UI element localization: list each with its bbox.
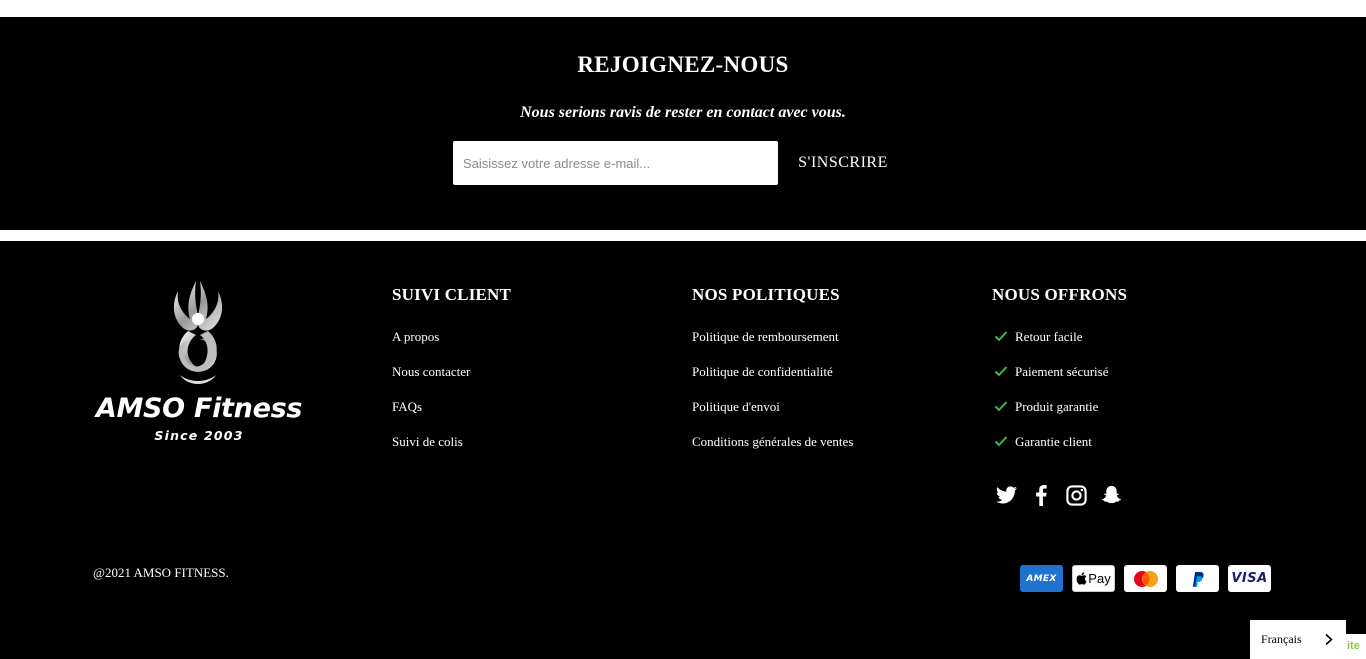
newsletter-subtitle: Nous serions ravis de rester en contact …: [520, 104, 846, 121]
link-conditions-generales[interactable]: Conditions générales de ventes: [692, 434, 853, 449]
feature-list: Retour facile Paiement sécurisé Produit …: [992, 329, 1127, 469]
twitter-icon[interactable]: [995, 484, 1018, 507]
visa-icon: VISA: [1228, 565, 1271, 592]
list-item: A propos: [392, 329, 511, 364]
list-item: Suivi de colis: [392, 434, 511, 469]
logo-brand-name: AMSO Fitness: [95, 393, 303, 424]
list-item: Retour facile: [992, 329, 1127, 364]
feature-label: Retour facile: [1015, 329, 1083, 344]
language-selector[interactable]: Français: [1250, 620, 1346, 659]
facebook-icon[interactable]: [1030, 484, 1053, 507]
link-faqs[interactable]: FAQs: [392, 399, 422, 414]
link-list: Politique de remboursement Politique de …: [692, 329, 853, 469]
apple-pay-label: Pay: [1088, 571, 1111, 586]
link-politique-confidentialite[interactable]: Politique de confidentialité: [692, 364, 833, 379]
column-title: NOS POLITIQUES: [692, 285, 840, 304]
feature-label: Produit garantie: [1015, 399, 1099, 414]
check-icon: [994, 331, 1008, 342]
chevron-right-icon: [1325, 633, 1333, 646]
link-suivi-de-colis[interactable]: Suivi de colis: [392, 434, 463, 449]
link-nous-contacter[interactable]: Nous contacter: [392, 364, 470, 379]
feature-label: Paiement sécurisé: [1015, 364, 1109, 379]
list-item: Politique d'envoi: [692, 399, 853, 434]
check-icon: [994, 366, 1008, 377]
list-item: Politique de remboursement: [692, 329, 853, 364]
amex-icon: AMEX: [1020, 565, 1063, 592]
paypal-mark: [1192, 571, 1204, 587]
list-item: Produit garantie: [992, 399, 1127, 434]
feature-label: Garantie client: [1015, 434, 1092, 449]
email-input[interactable]: [453, 141, 778, 185]
footer-column-suivi-client: SUIVI CLIENT A propos Nous contacter FAQ…: [392, 285, 511, 469]
logo-figure-icon: [173, 281, 223, 384]
social-links: [995, 484, 1123, 507]
logo-tagline: Since 2003: [154, 428, 244, 443]
mastercard-circles: [1133, 570, 1158, 587]
list-item: Paiement sécurisé: [992, 364, 1127, 399]
footer-column-nous-offrons: NOUS OFFRONS Retour facile Paiement sécu…: [992, 285, 1127, 469]
list-item: Nous contacter: [392, 364, 511, 399]
brand-logo[interactable]: AMSO Fitness Since 2003: [94, 279, 304, 449]
visa-label: VISA: [1231, 571, 1268, 586]
link-politique-envoi[interactable]: Politique d'envoi: [692, 399, 780, 414]
footer: AMSO Fitness Since 2003 SUIVI CLIENT A p…: [0, 241, 1366, 659]
copyright-text: @2021 AMSO FITNESS.: [93, 565, 229, 580]
list-item: Politique de confidentialité: [692, 364, 853, 399]
check-icon: [994, 436, 1008, 447]
column-title: NOUS OFFRONS: [992, 285, 1128, 304]
partial-badge: ite: [1346, 634, 1366, 659]
newsletter-section: REJOIGNEZ-NOUS Nous serions ravis de res…: [0, 17, 1366, 230]
newsletter-title: REJOIGNEZ-NOUS: [577, 52, 789, 77]
apple-pay-icon: Pay: [1072, 565, 1115, 592]
amex-label: AMEX: [1026, 573, 1057, 584]
column-title: SUIVI CLIENT: [392, 285, 512, 304]
check-icon: [994, 401, 1008, 412]
snapchat-icon[interactable]: [1100, 484, 1123, 507]
list-item: Conditions générales de ventes: [692, 434, 853, 469]
mastercard-icon: [1124, 565, 1167, 592]
link-a-propos[interactable]: A propos: [392, 329, 439, 344]
list-item: FAQs: [392, 399, 511, 434]
payment-methods: AMEX Pay VISA: [1020, 565, 1271, 592]
subscribe-button[interactable]: S'INSCRIRE: [790, 141, 896, 185]
instagram-icon[interactable]: [1065, 484, 1088, 507]
language-label: Français: [1261, 632, 1302, 646]
footer-column-nos-politiques: NOS POLITIQUES Politique de remboursemen…: [692, 285, 853, 469]
apple-icon: [1076, 572, 1087, 585]
paypal-icon: [1176, 565, 1219, 592]
list-item: Garantie client: [992, 434, 1127, 469]
link-politique-remboursement[interactable]: Politique de remboursement: [692, 329, 839, 344]
link-list: A propos Nous contacter FAQs Suivi de co…: [392, 329, 511, 469]
